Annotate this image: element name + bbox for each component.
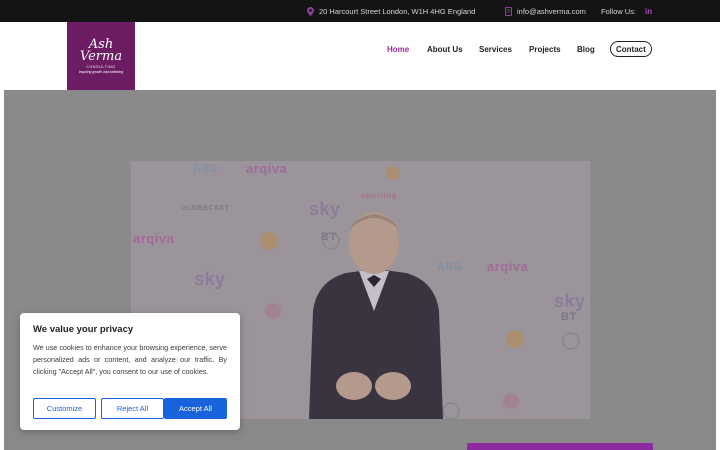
logo-line-2: Verma: [79, 49, 123, 64]
follow-label: Follow Us:: [601, 6, 637, 16]
nav-blog[interactable]: Blog: [577, 41, 595, 57]
brand-logo[interactable]: Ash Verma CONSULTING Inspiring growth an…: [67, 22, 135, 90]
linkedin-icon[interactable]: in: [645, 0, 652, 22]
mail-icon: [505, 6, 512, 16]
hero-cta-button[interactable]: [467, 443, 653, 450]
cookie-consent-banner: We value your privacy We use cookies to …: [20, 313, 240, 430]
top-contact-bar: 20 Harcourt Street London, W1H 4HG Engla…: [0, 0, 720, 22]
cookie-title: We value your privacy: [33, 324, 134, 335]
email-link[interactable]: info@ashverma.com: [517, 7, 586, 16]
man-figure: [309, 212, 443, 419]
accept-all-button[interactable]: Accept All: [164, 398, 227, 419]
nav-about-us[interactable]: About Us: [427, 41, 463, 57]
reject-all-button[interactable]: Reject All: [101, 398, 164, 419]
site-header: Ash Verma CONSULTING Inspiring growth an…: [0, 22, 720, 90]
cookie-body: We use cookies to enhance your browsing …: [33, 343, 227, 376]
nav-projects-link[interactable]: Projects: [529, 45, 561, 54]
nav-services[interactable]: Services: [479, 41, 512, 57]
email-item[interactable]: info@ashverma.com: [505, 0, 586, 22]
nav-home[interactable]: Home: [387, 41, 409, 57]
nav-services-link[interactable]: Services: [479, 45, 512, 54]
customize-button[interactable]: Customize: [33, 398, 96, 419]
nav-projects[interactable]: Projects: [529, 41, 561, 57]
nav-about-link[interactable]: About Us: [427, 45, 463, 54]
nav-home-link[interactable]: Home: [387, 45, 409, 54]
nav-contact-link[interactable]: Contact: [616, 45, 646, 54]
address-item: 20 Harcourt Street London, W1H 4HG Engla…: [307, 0, 475, 22]
nav-blog-link[interactable]: Blog: [577, 45, 595, 54]
address-text: 20 Harcourt Street London, W1H 4HG Engla…: [319, 6, 476, 16]
logo-line-3: CONSULTING: [86, 65, 116, 69]
location-pin-icon: [307, 6, 314, 16]
nav-contact-button[interactable]: Contact: [610, 41, 652, 57]
logo-tagline: Inspiring growth and wellbeing: [78, 70, 124, 74]
